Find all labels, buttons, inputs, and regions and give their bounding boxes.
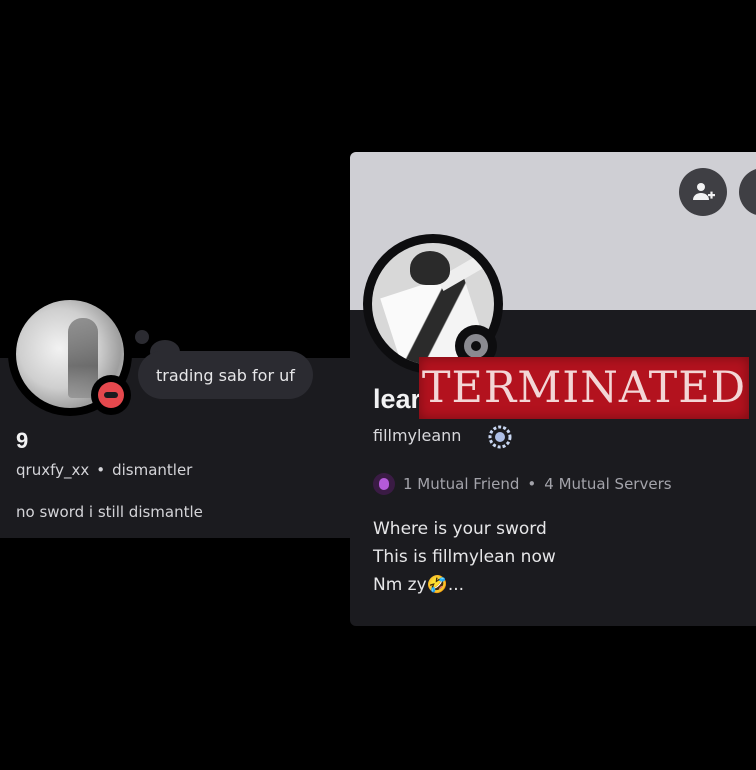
add-friend-icon (693, 183, 715, 200)
custom-status-text: trading sab for uf (156, 365, 295, 385)
badge-icon[interactable] (486, 424, 514, 450)
bio-line: Nm zy🤣... (373, 575, 465, 595)
separator-dot: • (96, 461, 106, 479)
separator-dot: • (527, 475, 537, 493)
avatar-hair (410, 251, 450, 285)
left-display-name: 9 (16, 428, 29, 453)
bio-line: This is fillmylean now (373, 547, 556, 567)
terminated-overlay: TERMINATED (419, 357, 749, 419)
right-display-name: lear (373, 384, 422, 414)
left-pronouns: dismantler (112, 461, 193, 479)
mutual-friend-avatar (373, 473, 395, 495)
left-username: qruxfy_xx (16, 461, 90, 479)
status-bubble-dot (135, 330, 149, 344)
dnd-badge-bar (104, 392, 118, 398)
offline-hole (471, 341, 481, 351)
mutual-servers-link[interactable]: 4 Mutual Servers (544, 475, 671, 493)
do-not-disturb-icon (91, 375, 131, 415)
bio-line: Where is your sword (373, 519, 547, 539)
mutual-friends-link[interactable]: 1 Mutual Friend (403, 475, 519, 493)
right-bio: Where is your sword This is fillmylean n… (373, 515, 556, 599)
right-username: fillmyleann (373, 426, 462, 445)
left-bio: no sword i still dismantle (16, 503, 203, 521)
mutual-info-row: 1 Mutual Friend • 4 Mutual Servers (373, 472, 672, 496)
left-username-row: qruxfy_xx • dismantler (16, 461, 192, 479)
custom-status-bubble[interactable]: trading sab for uf (138, 351, 313, 399)
add-friend-button[interactable] (679, 168, 727, 216)
